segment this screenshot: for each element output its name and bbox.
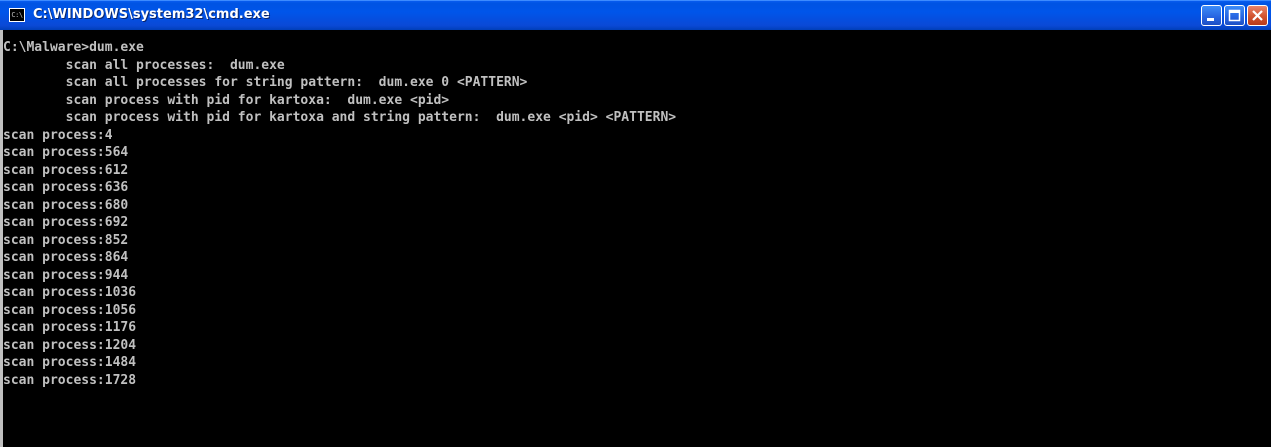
console-line: scan all processes: dum.exe [3, 57, 285, 73]
close-button[interactable] [1247, 5, 1268, 26]
console-line: scan process:1056 [3, 302, 137, 318]
cmd-window: C:\ C:\WINDOWS\system32\cmd.exe C:\Malwa… [0, 0, 1271, 447]
console-line: scan process:1728 [3, 372, 137, 388]
console-line: scan process:1204 [3, 337, 137, 353]
console-line: scan process:680 [3, 197, 129, 213]
console-line: scan process:612 [3, 162, 129, 178]
window-title: C:\WINDOWS\system32\cmd.exe [33, 7, 270, 22]
console-line: scan process:1484 [3, 355, 137, 370]
console-line: scan process:944 [3, 267, 129, 283]
console-line: scan process:564 [3, 145, 129, 160]
console-line: scan all processes for string pattern: d… [3, 75, 528, 90]
console-line: scan process:1176 [3, 320, 137, 335]
console-line: scan process:692 [3, 215, 129, 230]
console-line: scan process with pid for kartoxa and st… [3, 110, 677, 125]
console-line: scan process:1036 [3, 285, 137, 300]
close-icon [1252, 10, 1263, 21]
console-line: scan process:852 [3, 232, 129, 248]
console-lines: C:\Malware>dum.exe scan all processes: d… [3, 39, 676, 389]
command-prompt-icon[interactable]: C:\ [9, 8, 25, 22]
minimize-button[interactable] [1201, 5, 1222, 26]
minimize-icon [1207, 18, 1214, 21]
maximize-button[interactable] [1224, 5, 1245, 26]
console-line: C:\Malware>dum.exe [3, 40, 144, 55]
console-line: scan process:4 [3, 127, 113, 143]
console-line: scan process:636 [3, 180, 129, 195]
maximize-icon [1228, 9, 1241, 22]
console-line: scan process with pid for kartoxa: dum.e… [3, 92, 450, 108]
title-bar[interactable]: C:\ C:\WINDOWS\system32\cmd.exe [0, 0, 1271, 30]
console-line: scan process:864 [3, 250, 129, 265]
